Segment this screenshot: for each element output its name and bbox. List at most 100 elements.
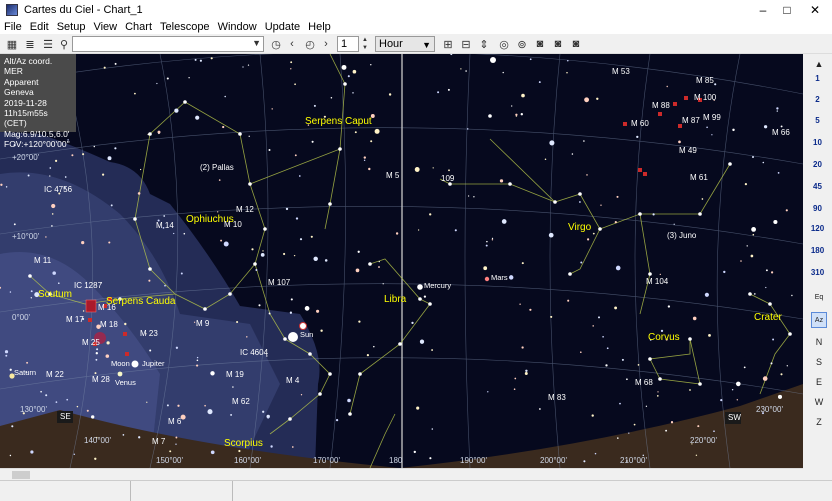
constellation-label: Crater (754, 312, 782, 323)
deep-sky-label: M 4 (286, 376, 300, 385)
deep-sky-label: M 10 (224, 220, 242, 229)
horizon-label: SW (728, 413, 741, 422)
deep-sky-label: M 66 (772, 128, 790, 137)
flip-icon[interactable]: ⇕ (476, 36, 492, 52)
deep-sky-label: M 7 (152, 437, 166, 446)
deep-sky-label: M 17 (66, 315, 84, 324)
menu-chart[interactable]: Chart (121, 21, 156, 33)
menu-help[interactable]: Help (304, 21, 335, 33)
deep-sky-label: M 83 (548, 393, 566, 402)
coordinate-label: 170°00' (313, 456, 340, 465)
menu-telescope[interactable]: Telescope (156, 21, 214, 33)
target-icon[interactable]: ◎ (496, 36, 512, 52)
constellation-label: Libra (384, 294, 407, 305)
telescope-icon[interactable]: ◙ (568, 36, 584, 52)
altaz-button[interactable]: Az (811, 312, 827, 328)
list-icon[interactable]: ☰ (40, 36, 56, 52)
zoom-out-icon[interactable]: ⊟ (458, 36, 474, 52)
time-unit-select[interactable]: Hour ▼ (375, 36, 435, 52)
fov-button[interactable]: 310 (803, 268, 832, 277)
info-line: Alt/Az coord. MER (4, 56, 53, 77)
fov-button[interactable]: 20 (803, 160, 832, 169)
chart-info-box: Alt/Az coord. MER Apparent Geneva 2019-1… (0, 54, 76, 149)
fov-button[interactable]: 120 (803, 224, 832, 233)
deep-sky-label: 109 (441, 174, 455, 183)
east-button[interactable]: E (811, 374, 827, 390)
deep-sky-label: M 62 (232, 397, 250, 406)
planet-label: Mercury (424, 281, 451, 290)
search-input[interactable]: ▼ (72, 36, 264, 52)
deep-sky-label: M 61 (690, 173, 708, 182)
time-step-field[interactable]: 1 (337, 36, 359, 52)
west-button[interactable]: W (811, 394, 827, 410)
camera-icon[interactable]: ◙ (532, 36, 548, 52)
menu-window[interactable]: Window (214, 21, 261, 33)
step-back-icon[interactable]: ‹ (284, 36, 300, 52)
fov-button[interactable]: 180 (803, 246, 832, 255)
record-icon[interactable]: ⊚ (514, 36, 530, 52)
menu-update[interactable]: Update (261, 21, 304, 33)
north-button[interactable]: N (811, 334, 827, 350)
scrollbar-thumb[interactable] (12, 471, 30, 479)
deep-sky-label: M 23 (140, 329, 158, 338)
deep-sky-label: M 53 (612, 67, 630, 76)
scroll-up-icon[interactable]: ▲ (811, 56, 827, 72)
calendar-icon[interactable]: ▦ (4, 36, 20, 52)
satellite-icon[interactable]: ◙ (550, 36, 566, 52)
search-icon[interactable]: ⚲ (56, 36, 72, 52)
title-bar: Cartes du Ciel - Chart_1 – □ ✕ (0, 0, 832, 20)
deep-sky-label: M 5 (386, 171, 400, 180)
deep-sky-label: M 16 (98, 303, 116, 312)
fov-button[interactable]: 10 (803, 138, 832, 147)
deep-sky-label: M 9 (196, 319, 210, 328)
sky-chart[interactable]: Serpens Caput Ophiuchus Serpens Cauda Scutu… (0, 54, 803, 468)
app-icon (6, 4, 18, 16)
fov-button[interactable]: 90 (803, 204, 832, 213)
close-button[interactable]: ✕ (792, 0, 832, 20)
fov-panel: ▲ 1 2 5 10 20 45 90 120 180 310 Eq Az N … (803, 54, 832, 468)
menu-view[interactable]: View (89, 21, 121, 33)
fov-button[interactable]: 5 (803, 116, 832, 125)
coordinate-label: 160°00' (234, 456, 261, 465)
chevron-down-icon: ▼ (252, 38, 261, 48)
deep-sky-label: M 60 (631, 119, 649, 128)
zenith-button[interactable]: Z (811, 414, 827, 430)
planet-label: Sun (300, 330, 313, 339)
zoom-in-icon[interactable]: ⊞ (440, 36, 456, 52)
menu-setup[interactable]: Setup (53, 21, 90, 33)
clock-icon[interactable]: ◷ (268, 36, 284, 52)
deep-sky-label: M 12 (236, 205, 254, 214)
spin-arrows-icon[interactable]: ▲ ▼ (360, 36, 370, 52)
planet-label: Venus (115, 378, 136, 387)
equatorial-button[interactable]: Eq (811, 290, 827, 306)
horizontal-scrollbar[interactable] (0, 468, 803, 480)
south-button[interactable]: S (811, 354, 827, 370)
deep-sky-label: M 18 (100, 320, 118, 329)
sky-chart-svg[interactable]: Serpens CaputOphiuchusSerpens CaudaScutu… (0, 54, 803, 468)
status-divider (130, 481, 131, 501)
fov-button[interactable]: 1 (803, 74, 832, 83)
coordinate-label: +20°00' (12, 153, 40, 162)
deep-sky-label: M 11 (34, 256, 52, 265)
deep-sky-label: M 85 (696, 76, 714, 85)
deep-sky-label: M 49 (679, 146, 697, 155)
deep-sky-label: IC 1287 (74, 281, 103, 290)
now-icon[interactable]: ◴ (302, 36, 318, 52)
database-icon[interactable]: ≣ (22, 36, 38, 52)
fov-button[interactable]: 45 (803, 182, 832, 191)
fov-button[interactable]: 2 (803, 95, 832, 104)
step-forward-icon[interactable]: › (318, 36, 334, 52)
menu-edit[interactable]: Edit (26, 21, 53, 33)
status-divider (232, 481, 233, 501)
deep-sky-label: M 107 (268, 278, 291, 287)
info-line: Geneva (4, 87, 34, 98)
info-line: 11h15m55s (CET) (4, 108, 48, 129)
constellation-label: Scorpius (224, 438, 263, 449)
info-line: 2019-11-28 (4, 97, 47, 108)
deep-sky-label: IC 4604 (240, 348, 269, 357)
info-line: FOV:+120°00'00" (4, 139, 70, 150)
menu-file[interactable]: File (0, 21, 26, 33)
deep-sky-label: M 22 (46, 370, 64, 379)
horizon-label: SE (60, 412, 71, 421)
planet-label: Mars (491, 273, 508, 282)
